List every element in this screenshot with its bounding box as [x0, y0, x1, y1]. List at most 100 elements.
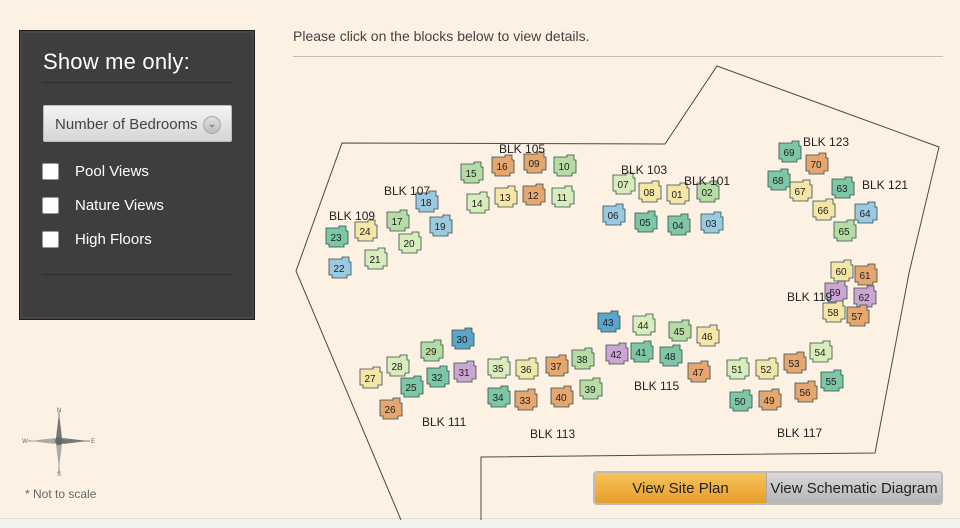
option-label: Nature Views [75, 196, 164, 214]
divider [42, 82, 233, 83]
unit-label: 64 [859, 209, 871, 220]
unit-label: 50 [734, 397, 746, 408]
unit-label: 68 [772, 176, 784, 187]
unit-label: 41 [635, 348, 647, 359]
unit-label: 02 [701, 188, 713, 199]
unit-label: 66 [817, 206, 829, 217]
option-pool-views[interactable]: Pool Views [42, 161, 149, 181]
unit-label: 12 [527, 191, 539, 202]
unit-label: 03 [705, 219, 717, 230]
filter-panel: Show me only: Number of Bedrooms ⌄ Pool … [19, 30, 255, 320]
unit-label: 30 [456, 335, 468, 346]
unit-label: 27 [364, 374, 376, 385]
view-site-plan-button[interactable]: View Site Plan [595, 473, 767, 503]
unit-label: 11 [557, 193, 568, 204]
block-label: BLK 119 [787, 290, 832, 304]
unit-label: 36 [520, 365, 532, 376]
block-label: BLK 107 [384, 184, 430, 198]
block-label: BLK 103 [621, 163, 667, 177]
pool-views-checkbox[interactable] [42, 162, 59, 180]
unit-label: 35 [492, 364, 504, 375]
scale-note: * Not to scale [25, 487, 97, 501]
block-blk115[interactable]: 43 44 45 46 42 41 48 47 BLK 115 [597, 310, 720, 393]
unit-label: 14 [471, 199, 483, 210]
block-blk101[interactable]: 01 02 04 03 BLK 101 [666, 174, 730, 236]
option-label: High Floors [75, 230, 152, 248]
unit-label: 17 [391, 217, 403, 228]
option-label: Pool Views [75, 162, 149, 180]
block-blk111[interactable]: 29 30 28 32 31 27 25 26 BLK 111 [359, 327, 477, 429]
unit-label: 40 [555, 393, 567, 404]
block-blk117[interactable]: 51 52 53 54 50 49 56 55 BLK 117 [726, 340, 844, 440]
unit-label: 20 [403, 239, 415, 250]
unit-label: 39 [584, 385, 596, 396]
unit-label: 28 [391, 362, 403, 373]
unit-label: 51 [731, 365, 743, 376]
view-schematic-button[interactable]: View Schematic Diagram [767, 473, 941, 503]
block-blk103[interactable]: 07 08 06 05 BLK 103 [602, 163, 667, 233]
unit-label: 43 [602, 318, 614, 329]
block-label: BLK 109 [329, 209, 375, 223]
unit-label: 13 [499, 193, 511, 204]
compass-e: E [91, 439, 95, 445]
high-floors-checkbox[interactable] [42, 230, 59, 248]
unit-label: 44 [637, 321, 649, 332]
unit-label: 48 [664, 352, 676, 363]
divider [42, 274, 233, 275]
unit-label: 55 [825, 377, 837, 388]
unit-label: 19 [434, 222, 446, 233]
block-blk119[interactable]: 60 6159 6258 57BLK 119 [787, 259, 878, 327]
nature-views-checkbox[interactable] [42, 196, 59, 214]
unit-label: 01 [671, 190, 683, 201]
block-blk107[interactable]: 17 18 20 19 BLK 107 [384, 184, 453, 254]
unit-label: 42 [610, 350, 622, 361]
unit-label: 62 [858, 293, 870, 304]
unit-label: 56 [799, 388, 811, 399]
unit-label: 05 [639, 218, 651, 229]
view-toggle: View Site Plan View Schematic Diagram [593, 471, 943, 505]
unit-label: 49 [763, 396, 775, 407]
unit-label: 29 [425, 347, 437, 358]
block-blk121[interactable]: 63 66 64 65 BLK 121 [812, 176, 908, 242]
unit-label: 10 [558, 162, 570, 173]
block-blk109[interactable]: 23 24 22 21 BLK 109 [325, 209, 388, 279]
unit-label: 47 [692, 368, 704, 379]
unit-label: 37 [550, 362, 562, 373]
unit-label: 15 [465, 169, 477, 180]
unit-label: 53 [788, 359, 800, 370]
block-label: BLK 117 [777, 426, 822, 440]
chevron-down-icon: ⌄ [203, 116, 221, 134]
dropdown-label: Number of Bedrooms [55, 116, 198, 133]
compass-icon: N S W E [22, 408, 95, 478]
unit-label: 34 [492, 393, 504, 404]
unit-label: 06 [607, 211, 619, 222]
block-blk113[interactable]: 35 36 37 38 34 33 40 39 BLK 113 [487, 347, 603, 441]
block-label: BLK 115 [634, 379, 679, 393]
compass-n: N [57, 408, 61, 414]
option-nature-views[interactable]: Nature Views [42, 195, 164, 215]
divider [293, 56, 943, 57]
unit-label: 61 [859, 271, 871, 282]
unit-label: 04 [672, 221, 684, 232]
instruction-text: Please click on the blocks below to view… [293, 28, 590, 44]
block-label: BLK 111 [422, 415, 467, 429]
unit-label: 69 [783, 148, 795, 159]
block-label: BLK 113 [530, 427, 575, 441]
unit-label: 33 [519, 396, 531, 407]
unit-label: 45 [673, 327, 685, 338]
site-plan: 23 24 22 21 BLK 109 17 18 20 19 BLK 107 15 16 09 10 14… [295, 65, 940, 520]
block-label: BLK 105 [499, 142, 545, 156]
unit-label: 58 [827, 308, 839, 319]
option-high-floors[interactable]: High Floors [42, 229, 152, 249]
unit-label: 31 [458, 368, 470, 379]
unit-label: 09 [528, 159, 540, 170]
unit-label: 52 [760, 365, 772, 376]
unit-label: 57 [851, 312, 863, 323]
unit-label: 54 [814, 348, 826, 359]
unit-label: 67 [794, 187, 806, 198]
compass-w: W [22, 439, 28, 445]
block-blk105[interactable]: 15 16 09 10 14 13 12 11 BLK 105 [460, 142, 577, 214]
block-label: BLK 101 [684, 174, 730, 188]
bedrooms-dropdown[interactable]: Number of Bedrooms ⌄ [43, 105, 232, 142]
unit-label: 60 [835, 267, 847, 278]
